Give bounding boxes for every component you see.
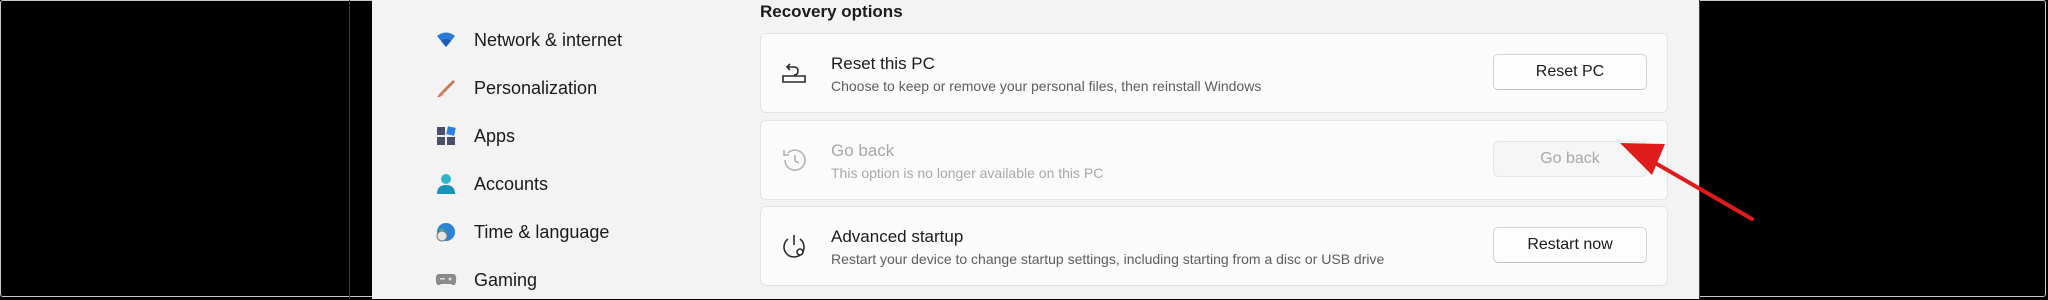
annotation-arrow-head	[1620, 143, 1665, 175]
annotation-arrow-shaft	[1648, 158, 1754, 221]
annotation-arrow	[1620, 143, 1754, 221]
